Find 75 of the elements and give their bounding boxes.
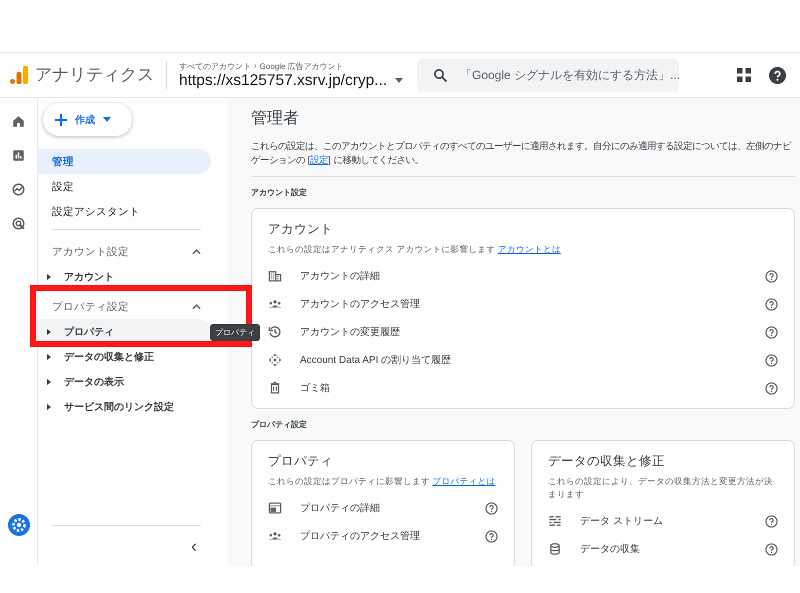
tooltip: プロパティ — [210, 324, 260, 341]
building-icon — [268, 269, 282, 283]
trash-icon — [268, 381, 282, 395]
settings-row[interactable]: ゴミ箱 — [268, 374, 778, 402]
expand-triangle-icon — [47, 378, 51, 384]
settings-row[interactable]: データ ストリーム — [548, 507, 778, 535]
help-icon[interactable] — [765, 298, 778, 310]
nav-item[interactable]: 設定アシスタント — [38, 199, 211, 224]
section-heading: プロパティ設定 — [251, 419, 308, 430]
card-description: これらの設定はアナリティクス アカウントに影響します アカウントとは — [268, 243, 562, 256]
help-link[interactable]: アカウントとは — [498, 244, 561, 254]
nav-item[interactable]: サービス間のリンク設定 — [38, 394, 211, 419]
bar-chart-icon[interactable] — [11, 148, 26, 163]
breadcrumb-link[interactable]: Google 広告アカウント — [260, 60, 344, 72]
plus-icon — [55, 114, 67, 126]
nav-item[interactable]: データの収集と修正 — [38, 344, 211, 369]
card-title: プロパティ — [268, 453, 334, 470]
page-description: これらの設定は、このアカウントとプロパティのすべてのユーザーに適用されます。自分にのみ適用する設定については、左側のナビゲーションの [設定] に移動してください。 — [251, 139, 795, 177]
search-icon — [433, 68, 448, 82]
settings-row[interactable]: データの収集 — [548, 535, 778, 563]
help-icon[interactable] — [765, 354, 778, 366]
home-icon[interactable] — [11, 114, 26, 129]
bar-chart-logo-icon — [9, 65, 29, 85]
chevron-up-icon[interactable] — [192, 304, 201, 310]
help-icon[interactable] — [485, 530, 498, 542]
help-icon[interactable] — [765, 326, 778, 338]
expand-triangle-icon — [47, 354, 51, 360]
section-heading: アカウント設定 — [251, 187, 308, 198]
help-icon[interactable] — [485, 502, 498, 514]
nav-item[interactable]: 設定 — [38, 174, 211, 199]
card-description: これらの設定はプロパティに影響します プロパティとは — [268, 475, 496, 488]
help-link[interactable]: プロパティとは — [432, 476, 496, 486]
database-icon — [548, 542, 562, 556]
trend-circle-icon[interactable] — [11, 182, 26, 197]
settings-row[interactable]: アカウントの詳細 — [268, 262, 778, 290]
help-icon[interactable] — [765, 514, 778, 528]
settings-row[interactable]: アカウントのアクセス管理 — [268, 290, 778, 318]
settings-row[interactable]: プロパティのアクセス管理 — [268, 522, 498, 550]
help-icon[interactable] — [769, 66, 786, 84]
help-icon[interactable] — [765, 382, 778, 394]
settings-row[interactable]: Account Data API の割り当て履歴 — [268, 346, 778, 374]
nav-item[interactable]: 管理 — [38, 149, 211, 174]
nav-item[interactable]: データの表示 — [38, 369, 211, 394]
expand-triangle-icon — [47, 404, 51, 410]
collapse-button[interactable]: ‹ — [187, 537, 201, 555]
dropdown-caret-icon — [103, 117, 111, 122]
settings-icon[interactable] — [8, 514, 30, 536]
product-name: アナリティクス — [35, 61, 167, 89]
card-description: これらの設定により、データの収集方法と変更方法が決まります — [548, 475, 774, 501]
settings-row[interactable]: プロパティの詳細 — [268, 494, 498, 522]
clock-history-icon — [268, 325, 282, 339]
panel-window-icon — [268, 501, 282, 515]
settings-link[interactable]: 設定 — [310, 155, 328, 165]
lines-icon — [548, 514, 562, 528]
section-header[interactable]: アカウント設定 — [52, 244, 129, 258]
dropdown-caret-icon — [395, 78, 404, 83]
settings-row[interactable]: アカウントの変更履歴 — [268, 318, 778, 346]
expand-triangle-icon — [47, 274, 51, 280]
search-field[interactable]: 「Google シグナルを有効にする方法」... — [417, 58, 679, 92]
help-icon[interactable] — [765, 542, 778, 556]
expand-triangle-icon — [47, 328, 51, 334]
nav-item[interactable]: アカウント — [38, 264, 211, 289]
apps-grid-icon[interactable] — [737, 68, 751, 82]
create-button[interactable]: 作成 — [43, 103, 132, 136]
page-title: 管理者 — [251, 108, 300, 129]
section-header[interactable]: プロパティ設定 — [52, 300, 129, 314]
property-selector[interactable]: https://xs125757.xsrv.jp/cryp... — [179, 72, 411, 90]
target-cursor-icon[interactable] — [11, 216, 26, 231]
card-title: データの収集と修正 — [548, 453, 666, 470]
breadcrumb-link[interactable]: すべてのアカウント — [179, 60, 251, 72]
breadcrumb-separator: › — [254, 60, 257, 72]
card-title: アカウント — [268, 221, 334, 238]
help-icon[interactable] — [765, 270, 778, 282]
chevron-up-icon[interactable] — [192, 248, 201, 254]
diamond-arrows-icon — [268, 353, 282, 367]
